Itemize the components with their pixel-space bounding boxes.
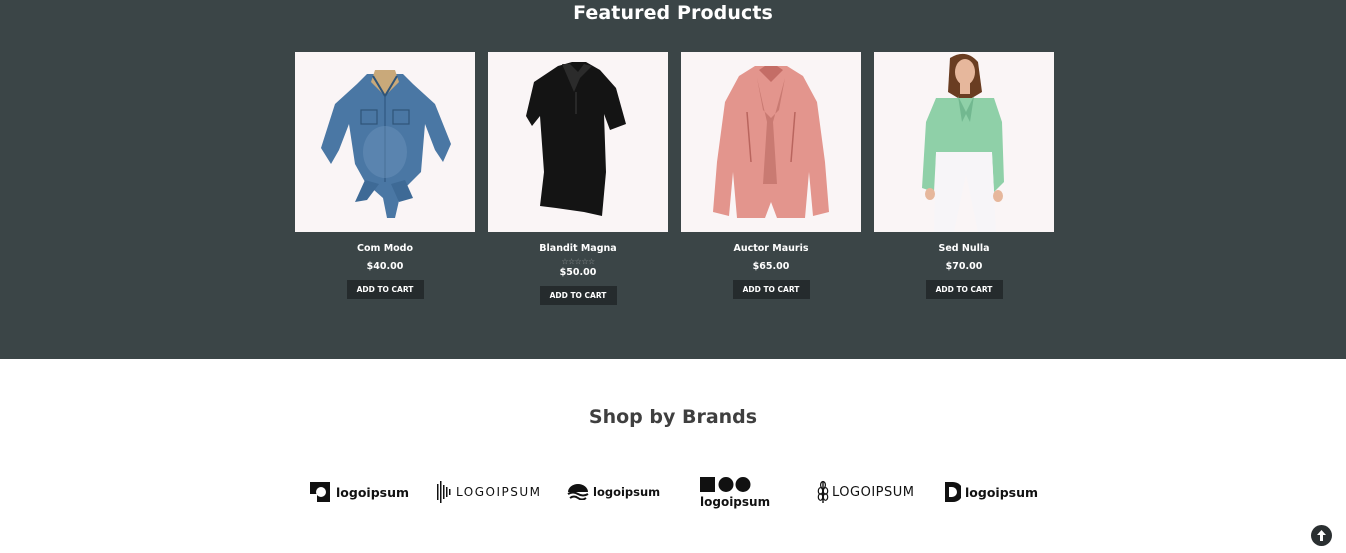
waves-icon <box>567 484 589 500</box>
brand-logo-5[interactable]: LOGOIPSUM <box>817 472 914 512</box>
product-card: Blandit Magna ☆☆☆☆☆ $50.00 ADD TO CART <box>488 52 668 305</box>
brand-logo-6[interactable]: logoipsum <box>943 472 1038 512</box>
arrow-up-icon <box>1317 530 1326 541</box>
product-image[interactable] <box>295 52 475 232</box>
product-image[interactable] <box>874 52 1054 232</box>
product-card: Auctor Mauris $65.00 ADD TO CART <box>681 52 861 299</box>
product-price: $70.00 <box>945 261 983 272</box>
featured-products-title: Featured Products <box>573 2 773 24</box>
product-image[interactable] <box>488 52 668 232</box>
brand-logo-1[interactable]: logoipsum <box>309 472 409 512</box>
shop-by-brands-title: Shop by Brands <box>588 406 758 428</box>
brand-logo-text: logoipsum <box>593 485 661 499</box>
product-price: $40.00 <box>366 261 404 272</box>
rating-stars: ☆☆☆☆☆ <box>561 257 595 266</box>
square-pin-icon <box>310 482 330 502</box>
brand-logo-text: logoipsum <box>336 484 410 500</box>
brand-logo-2[interactable]: LOGOIPSUM <box>437 472 541 512</box>
add-to-cart-button[interactable]: ADD TO CART <box>346 280 424 299</box>
product-card: Sed Nulla $70.00 ADD TO CART <box>874 52 1054 299</box>
product-image[interactable] <box>681 52 861 232</box>
product-name[interactable]: Blandit Magna <box>488 243 668 254</box>
square-circles-icon <box>700 476 751 492</box>
scroll-to-top-button[interactable] <box>1311 525 1332 546</box>
product-price: $50.00 <box>559 267 597 278</box>
half-circle-icon <box>945 482 961 502</box>
brand-logo-text: logoipsum <box>700 494 771 509</box>
barcode-icon <box>437 481 451 503</box>
black-polo-image <box>526 62 626 216</box>
pink-jacket-image <box>713 66 829 218</box>
model-blouse-image <box>922 53 1004 232</box>
product-card: Com Modo $40.00 ADD TO CART <box>295 52 475 299</box>
add-to-cart-button[interactable]: ADD TO CART <box>732 280 810 299</box>
product-name[interactable]: Auctor Mauris <box>681 243 861 254</box>
add-to-cart-button[interactable]: ADD TO CART <box>539 286 617 305</box>
product-name[interactable]: Com Modo <box>295 243 475 254</box>
denim-shirt-image <box>321 70 451 218</box>
brand-logo-text: LOGOIPSUM <box>456 485 542 499</box>
product-price: $65.00 <box>752 261 790 272</box>
brand-logo-text: LOGOIPSUM <box>832 484 915 500</box>
brand-logo-3[interactable]: logoipsum <box>567 472 660 512</box>
product-name[interactable]: Sed Nulla <box>874 243 1054 254</box>
brand-logo-text: logoipsum <box>965 484 1039 500</box>
wheat-icon <box>817 480 829 503</box>
featured-products-section: Featured Products Com Modo $40.00 ADD TO… <box>0 0 1346 359</box>
brand-logo-4[interactable]: logoipsum <box>700 472 770 512</box>
add-to-cart-button[interactable]: ADD TO CART <box>925 280 1003 299</box>
